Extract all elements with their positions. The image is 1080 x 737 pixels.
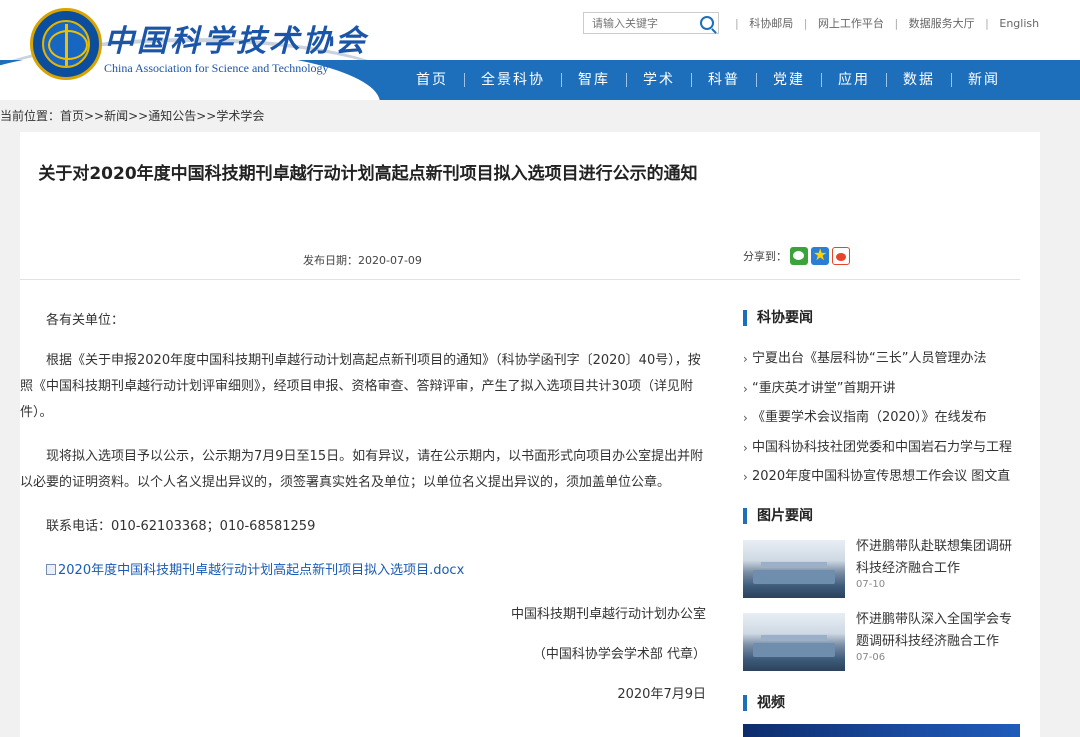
top-link-work-platform[interactable]: 网上工作平台: [818, 17, 884, 30]
cast-logo-icon[interactable]: [30, 8, 102, 80]
paragraph: 现将拟入选项目予以公示，公示期为7月9日至15日。如有异议，请在公示期内，以书面…: [20, 449, 704, 490]
logo-chinese-name[interactable]: 中国科学技术协会: [104, 16, 368, 60]
attachment-link[interactable]: 2020年度中国科技期刊卓越行动计划高起点新刊项目拟入选项目.docx: [20, 558, 710, 584]
search-input[interactable]: [584, 13, 692, 33]
section-heading-pictures: 图片要闻: [743, 508, 813, 524]
meta-divider: [20, 279, 1020, 280]
share-bar: 分享到：: [743, 245, 850, 265]
search-icon[interactable]: [700, 16, 714, 30]
top-link-data-service[interactable]: 数据服务大厅: [909, 17, 975, 30]
breadcrumb[interactable]: 当前位置：首页>>新闻>>通知公告>>学术学会: [0, 107, 264, 124]
picture-news-item[interactable]: 怀进鹏带队深入全国学会专题调研科技经济融合工作 07-06: [743, 612, 1020, 673]
share-label: 分享到：: [743, 250, 787, 263]
article-title: 关于对2020年度中国科技期刊卓越行动计划高起点新刊项目拟入选项目进行公示的通知: [38, 164, 698, 184]
qzone-share-icon[interactable]: [811, 245, 829, 265]
main-nav: 首页 全景科协 智库 学术 科普 党建 应用 数据 新闻: [400, 60, 1016, 100]
signature-seal: （中国科协学会学术部 代章）: [532, 647, 706, 662]
nav-applications[interactable]: 应用: [822, 60, 886, 100]
news-photo[interactable]: [743, 613, 845, 671]
top-links: | 科协邮局 | 网上工作平台 | 数据服务大厅 | English: [728, 15, 1039, 31]
picture-news-title[interactable]: 怀进鹏带队深入全国学会专题调研科技经济融合工作: [856, 609, 1020, 653]
nav-overview[interactable]: 全景科协: [465, 60, 561, 100]
picture-news-date: 07-06: [856, 652, 886, 663]
content-panel: 关于对2020年度中国科技期刊卓越行动计划高起点新刊项目拟入选项目进行公示的通知…: [20, 132, 1040, 737]
divider: |: [735, 17, 739, 30]
divider: |: [803, 17, 808, 30]
nav-news[interactable]: 新闻: [952, 60, 1016, 100]
video-thumbnail[interactable]: [743, 724, 1020, 737]
nav-think-tank[interactable]: 智库: [562, 60, 626, 100]
section-heading-video: 视频: [743, 695, 785, 711]
news-photo[interactable]: [743, 540, 845, 598]
signature-office: 中国科技期刊卓越行动计划办公室: [510, 607, 706, 622]
signature-date: 2020年7月9日: [617, 687, 706, 702]
wechat-share-icon[interactable]: [790, 247, 808, 265]
site-header: 中国科学技术协会 China Association for Science a…: [0, 0, 1080, 100]
top-link-english[interactable]: English: [999, 17, 1039, 30]
news-item[interactable]: 《重要学术会议指南（2020）》在线发布: [743, 407, 1020, 437]
attachment-filename[interactable]: 2020年度中国科技期刊卓越行动计划高起点新刊项目拟入选项目.docx: [58, 563, 464, 578]
contact-phone: 联系电话：010-62103368；010-68581259: [46, 519, 316, 534]
weibo-share-icon[interactable]: [832, 247, 850, 265]
nav-data[interactable]: 数据: [887, 60, 951, 100]
top-link-mail[interactable]: 科协邮局: [749, 17, 793, 30]
news-list: 宁夏出台《基层科协“三长”人员管理办法 “重庆英才讲堂”首期开讲 《重要学术会议…: [743, 348, 1020, 496]
nav-popular-science[interactable]: 科普: [692, 60, 756, 100]
publish-date: 发布日期：2020-07-09: [303, 254, 422, 267]
section-heading-news: 科协要闻: [743, 310, 813, 326]
salutation: 各有关单位：: [46, 313, 125, 328]
news-item[interactable]: 2020年度中国科协宣传思想工作会议 图文直: [743, 466, 1020, 496]
news-item[interactable]: 中国科协科技社团党委和中国岩石力学与工程: [743, 437, 1020, 467]
divider: |: [985, 17, 989, 30]
news-item[interactable]: 宁夏出台《基层科协“三长”人员管理办法: [743, 348, 1020, 378]
nav-party[interactable]: 党建: [757, 60, 821, 100]
nav-home[interactable]: 首页: [400, 60, 464, 100]
article-body: 各有关单位： 根据《关于申报2020年度中国科技期刊卓越行动计划高起点新刊项目的…: [20, 308, 710, 722]
picture-news-item[interactable]: 怀进鹏带队赴联想集团调研科技经济融合工作 07-10: [743, 539, 1020, 600]
news-item[interactable]: “重庆英才讲堂”首期开讲: [743, 378, 1020, 408]
paragraph: 根据《关于申报2020年度中国科技期刊卓越行动计划高起点新刊项目的通知》（科协学…: [20, 353, 701, 420]
logo-english-name[interactable]: China Association for Science and Techno…: [104, 61, 329, 76]
picture-news-title[interactable]: 怀进鹏带队赴联想集团调研科技经济融合工作: [856, 536, 1020, 580]
search-box: [583, 12, 719, 34]
document-icon: [46, 564, 56, 575]
nav-academic[interactable]: 学术: [627, 60, 691, 100]
picture-news-date: 07-10: [856, 579, 886, 590]
divider: |: [894, 17, 899, 30]
